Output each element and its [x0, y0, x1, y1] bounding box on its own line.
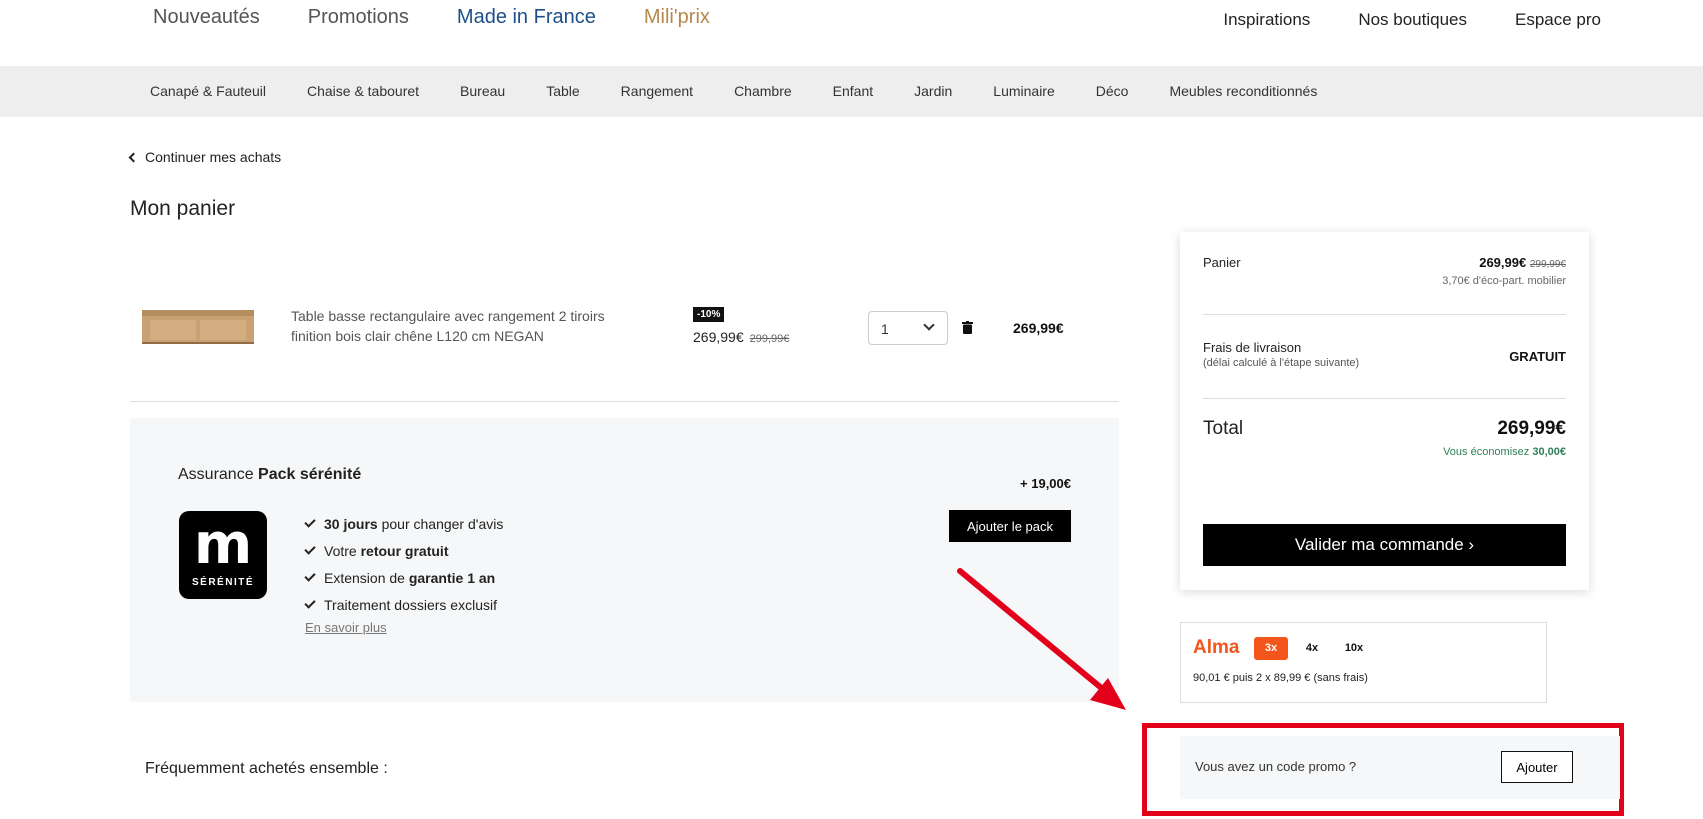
chevron-down-icon: [923, 319, 935, 331]
cart-old-price: 299,99€: [1529, 259, 1566, 270]
nav-nouveautes[interactable]: Nouveautés: [153, 6, 260, 29]
check-icon: [304, 597, 316, 609]
nav-promotions[interactable]: Promotions: [308, 6, 409, 29]
product-unit-price: 269,99€ 299,99€: [693, 329, 789, 345]
category-chambre[interactable]: Chambre: [734, 83, 792, 99]
quantity-select[interactable]: 1: [868, 311, 948, 345]
alma-logo: Alma: [1193, 637, 1240, 658]
divider: [1203, 314, 1566, 315]
summary-cart-row: Panier 269,99€ 299,99€ 3,70€ d'éco-part.…: [1203, 255, 1566, 287]
total-value: 269,99€: [1497, 418, 1566, 439]
logo-letter: m: [193, 512, 253, 577]
trash-icon[interactable]: [962, 321, 973, 334]
shipping-value: GRATUIT: [1509, 349, 1566, 364]
order-summary: Panier 269,99€ 299,99€ 3,70€ d'éco-part.…: [1180, 232, 1589, 590]
benefit-item: Traitement dossiers exclusif: [304, 591, 503, 618]
promo-code-panel: Vous avez un code promo ? Ajouter: [1180, 736, 1620, 799]
pack-title-name: Pack sérénité: [258, 466, 362, 483]
logo-caption: SÉRÉNITÉ: [191, 577, 254, 588]
check-icon: [304, 570, 316, 582]
eco-part: 3,70€ d'éco-part. mobilier: [1442, 275, 1566, 287]
category-enfant[interactable]: Enfant: [833, 83, 873, 99]
secondary-menu: Inspirations Nos boutiques Espace pro: [1223, 10, 1601, 30]
add-promo-button[interactable]: Ajouter: [1501, 751, 1573, 783]
current-price: 269,99€: [693, 329, 744, 345]
alma-tab-10x[interactable]: 10x: [1337, 637, 1371, 660]
savings-label: Vous économisez: [1443, 446, 1530, 458]
nav-miliprix[interactable]: Mili'prix: [644, 6, 710, 29]
pack-benefits: 30 jours pour changer d'avis Votre retou…: [304, 510, 504, 618]
category-canape[interactable]: Canapé & Fauteuil: [150, 83, 266, 99]
category-bar: Canapé & Fauteuil Chaise & tabouret Bure…: [0, 66, 1703, 117]
continue-shopping-label: Continuer mes achats: [145, 149, 282, 165]
nav-inspirations[interactable]: Inspirations: [1223, 10, 1310, 30]
add-pack-button[interactable]: Ajouter le pack: [949, 510, 1071, 542]
benefit-item: Votre retour gratuit: [304, 537, 503, 564]
benefit-text: Extension de: [324, 569, 409, 586]
pack-price: + 19,00€: [1020, 476, 1071, 491]
divider: [1203, 398, 1566, 399]
category-table[interactable]: Table: [546, 83, 579, 99]
product-name[interactable]: Table basse rectangulaire avec rangement…: [291, 306, 631, 346]
category-luminaire[interactable]: Luminaire: [993, 83, 1054, 99]
benefit-text: Traitement dossiers exclusif: [324, 596, 497, 613]
main-menu: Nouveautés Promotions Made in France Mil…: [153, 6, 710, 29]
alma-tab-3x[interactable]: 3x: [1254, 637, 1288, 660]
pack-title: Assurance Pack sérénité: [178, 466, 361, 484]
category-chaise[interactable]: Chaise & tabouret: [307, 83, 419, 99]
cart-price: 269,99€: [1479, 255, 1527, 270]
benefit-text: pour changer d'avis: [377, 515, 504, 532]
check-icon: [304, 516, 316, 528]
divider: [130, 401, 1119, 402]
savings-value: 30,00€: [1532, 446, 1566, 458]
category-rangement[interactable]: Rangement: [621, 83, 693, 99]
benefit-bold: retour gratuit: [360, 542, 449, 559]
benefit-item: 30 jours pour changer d'avis: [304, 510, 504, 537]
quantity-value: 1: [881, 321, 889, 337]
nav-made-in-france[interactable]: Made in France: [457, 6, 596, 29]
learn-more-link[interactable]: En savoir plus: [305, 620, 387, 635]
page-title: Mon panier: [130, 197, 236, 220]
alma-tab-4x[interactable]: 4x: [1297, 637, 1327, 660]
promo-code-label: Vous avez un code promo ?: [1195, 759, 1357, 774]
insurance-pack-panel: Assurance Pack sérénité m SÉRÉNITÉ 30 jo…: [130, 418, 1119, 702]
alma-widget: Alma 3x 4x 10x 90,01 € puis 2 x 89,99 € …: [1180, 622, 1547, 703]
summary-total-row: Total 269,99€ Vous économisez 30,00€: [1203, 418, 1566, 458]
check-icon: [304, 543, 316, 555]
continue-shopping-link[interactable]: Continuer mes achats: [128, 149, 282, 165]
validate-order-button[interactable]: Valider ma commande ›: [1203, 524, 1566, 566]
benefit-text: Votre: [324, 542, 361, 559]
benefit-bold: 30 jours: [324, 515, 378, 532]
savings: Vous économisez 30,00€: [1443, 446, 1566, 458]
line-total: 269,99€: [1013, 320, 1064, 336]
category-bureau[interactable]: Bureau: [460, 83, 505, 99]
category-reconditionnes[interactable]: Meubles reconditionnés: [1169, 83, 1317, 99]
chevron-left-icon: [128, 152, 139, 162]
nav-nos-boutiques[interactable]: Nos boutiques: [1358, 10, 1467, 30]
product-image[interactable]: [140, 306, 256, 348]
alma-installment-text: 90,01 € puis 2 x 89,99 € (sans frais): [1193, 672, 1368, 684]
benefit-bold: garantie 1 an: [408, 569, 496, 586]
category-deco[interactable]: Déco: [1096, 83, 1129, 99]
nav-espace-pro[interactable]: Espace pro: [1515, 10, 1601, 30]
benefit-item: Extension de garantie 1 an: [304, 564, 503, 591]
discount-badge: -10%: [693, 307, 725, 322]
category-jardin[interactable]: Jardin: [914, 83, 952, 99]
frequently-bought-heading: Fréquemment achetés ensemble :: [145, 760, 388, 777]
summary-shipping-row: Frais de livraison (délai calculé à l'ét…: [1203, 340, 1566, 369]
serenite-logo: m SÉRÉNITÉ: [179, 511, 267, 599]
old-price: 299,99€: [749, 333, 790, 345]
pack-title-prefix: Assurance: [178, 466, 254, 483]
top-navigation: Nouveautés Promotions Made in France Mil…: [0, 0, 1703, 66]
